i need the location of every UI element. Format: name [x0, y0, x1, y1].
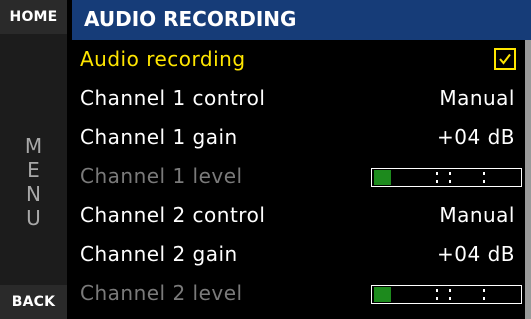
setting-row-audio-recording[interactable]: Audio recording: [72, 42, 523, 79]
meter-tick: [483, 172, 485, 175]
channel-2-control-label: Channel 2 control: [80, 203, 266, 227]
title-bar: AUDIO RECORDING: [72, 0, 531, 40]
audio-recording-checkbox[interactable]: [494, 48, 516, 70]
meter-tick: [449, 180, 451, 183]
channel-2-level-label: Channel 2 level: [80, 281, 243, 305]
channel-2-level-meter: [371, 285, 522, 304]
channel-2-gain-label: Channel 2 gain: [80, 242, 238, 266]
camera-menu-screen: HOME M E N U BACK AUDIO RECORDING Audio …: [0, 0, 531, 319]
setting-row-channel-2-level: Channel 2 level: [72, 276, 523, 313]
channel-1-control-label: Channel 1 control: [80, 86, 266, 110]
audio-recording-label: Audio recording: [80, 47, 246, 71]
menu-letter-n: N: [26, 182, 41, 206]
meter-tick: [483, 289, 485, 292]
channel-1-level-meter: [371, 168, 522, 187]
channel-1-gain-label: Channel 1 gain: [80, 125, 238, 149]
meter-tick: [436, 289, 438, 292]
channel-1-level-label: Channel 1 level: [80, 164, 243, 188]
check-icon: [499, 53, 511, 65]
meter-tick: [436, 297, 438, 300]
channel-1-level-fill: [374, 170, 391, 185]
meter-tick: [449, 172, 451, 175]
channel-2-control-value: Manual: [439, 203, 515, 227]
channel-1-gain-value: +04 dB: [437, 125, 515, 149]
meter-tick: [449, 297, 451, 300]
setting-row-channel-2-gain[interactable]: Channel 2 gain +04 dB: [72, 237, 523, 274]
setting-row-channel-1-control[interactable]: Channel 1 control Manual: [72, 81, 523, 118]
menu-vertical-label: M E N U: [0, 134, 67, 230]
home-button[interactable]: HOME: [0, 0, 67, 34]
setting-row-channel-1-gain[interactable]: Channel 1 gain +04 dB: [72, 120, 523, 157]
meter-tick: [436, 180, 438, 183]
channel-2-gain-value: +04 dB: [437, 242, 515, 266]
meter-tick: [449, 289, 451, 292]
menu-letter-m: M: [24, 134, 43, 158]
setting-row-channel-2-control[interactable]: Channel 2 control Manual: [72, 198, 523, 235]
page-title: AUDIO RECORDING: [84, 7, 297, 31]
meter-tick: [483, 297, 485, 300]
meter-tick: [483, 180, 485, 183]
menu-letter-e: E: [27, 158, 40, 182]
menu-rail: M E N U: [0, 34, 67, 285]
menu-letter-u: U: [26, 206, 41, 230]
scrollbar-thumb[interactable]: [525, 40, 531, 319]
back-button[interactable]: BACK: [0, 285, 67, 319]
scrollbar[interactable]: [525, 40, 531, 319]
meter-tick: [436, 172, 438, 175]
setting-row-channel-1-level: Channel 1 level: [72, 159, 523, 196]
channel-1-control-value: Manual: [439, 86, 515, 110]
channel-2-level-fill: [374, 287, 391, 302]
